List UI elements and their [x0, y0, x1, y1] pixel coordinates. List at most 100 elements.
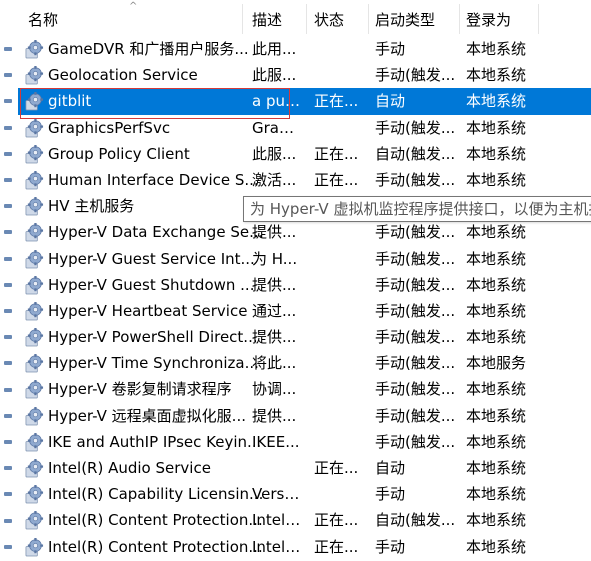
column-divider[interactable] — [306, 4, 307, 34]
service-startup-type: 手动(触发... — [375, 432, 456, 451]
service-description: 此服... — [252, 144, 297, 163]
service-logon-as: 本地系统 — [466, 511, 527, 530]
service-startup-type: 手动(触发... — [375, 118, 456, 137]
column-divider[interactable] — [368, 4, 369, 34]
gutter-tick — [4, 151, 12, 156]
service-gear-icon — [25, 144, 44, 164]
service-description: Versi... — [252, 485, 302, 504]
gutter-tick — [4, 73, 12, 78]
service-description: 此服... — [252, 66, 297, 85]
service-row[interactable]: Hyper-V Data Exchange Se... 提供... 手动(触发.… — [18, 219, 591, 245]
service-name: GameDVR 和广播用户服务... — [48, 40, 249, 58]
service-row[interactable]: GameDVR 和广播用户服务... 此用... 手动 本地系统 — [18, 36, 591, 62]
column-header-status[interactable]: 状态 — [314, 0, 370, 36]
service-description: IKEE... — [252, 432, 300, 451]
service-startup-type: 手动(触发... — [375, 223, 456, 242]
service-name: Human Interface Device S... — [48, 170, 259, 189]
service-gear-icon — [25, 485, 44, 504]
gutter-tick — [4, 492, 12, 497]
service-description: 提供... — [252, 223, 297, 242]
service-logon-as: 本地系统 — [466, 144, 527, 163]
service-logon-as: 本地系统 — [466, 301, 527, 320]
service-row[interactable]: Hyper-V 卷影复制请求程序 协调... 手动(触发... 本地系统 — [18, 376, 591, 402]
service-row[interactable]: Geolocation Service 此服... 手动(触发... 本地系统 — [18, 62, 591, 88]
service-logon-as: 本地系统 — [466, 118, 527, 137]
service-status — [314, 246, 370, 272]
service-row[interactable]: Intel(R) Audio Service 正在... 自动 本地系统 — [18, 455, 591, 481]
service-row[interactable]: GraphicsPerfSvc Grap... 手动(触发... 本地系统 — [18, 115, 591, 141]
service-logon-as: 本地系统 — [466, 92, 527, 111]
service-logon-as: 本地系统 — [466, 485, 527, 504]
service-description — [252, 455, 302, 481]
column-divider[interactable] — [459, 4, 460, 34]
gutter-tick — [4, 335, 12, 340]
service-row[interactable]: Hyper-V Heartbeat Service 通过... 手动(触发...… — [18, 298, 591, 324]
service-status — [314, 429, 370, 455]
service-startup-type: 手动(触发... — [375, 249, 456, 268]
service-name: Group Policy Client — [48, 144, 190, 163]
service-row-selected[interactable]: gitblit a pur... 正在... 自动 本地系统 — [18, 88, 591, 115]
gutter-tick — [4, 230, 12, 235]
column-header-name[interactable]: 名称 — [28, 0, 228, 36]
service-row[interactable]: IKE and AuthIP IPsec Keyin... IKEE... 手动… — [18, 429, 591, 455]
service-name: Geolocation Service — [48, 66, 198, 85]
service-row[interactable]: Hyper-V Time Synchroniza... 将此... 手动(触发.… — [18, 350, 591, 376]
service-logon-as: 本地系统 — [466, 40, 527, 58]
service-gear-icon — [25, 275, 44, 295]
service-logon-as: 本地服务 — [466, 354, 527, 373]
column-header-description[interactable]: 描述 — [252, 0, 302, 36]
service-status — [314, 62, 370, 88]
sort-up-icon: ^ — [129, 1, 138, 12]
service-logon-as: 本地系统 — [466, 223, 527, 242]
service-status: 正在... — [314, 170, 359, 189]
service-row[interactable]: Hyper-V Guest Service Int... 为 H... 手动(触… — [18, 246, 591, 272]
service-description: Intel(... — [252, 511, 302, 530]
service-logon-as: 本地系统 — [466, 275, 527, 294]
service-logon-as: 本地系统 — [466, 380, 527, 399]
service-row[interactable]: Intel(R) Content Protection... Intel(...… — [18, 534, 591, 560]
service-row[interactable]: Intel(R) Capability Licensin... Versi...… — [18, 481, 591, 507]
service-name: Intel(R) Capability Licensin... — [48, 485, 264, 504]
service-row[interactable]: Group Policy Client 此服... 正在... 自动(触发...… — [18, 141, 591, 167]
column-header: 名称 ^ 描述 状态 启动类型 登录为 — [18, 0, 591, 36]
column-header-logon-as[interactable]: 登录为 — [466, 0, 546, 36]
service-gear-icon — [25, 40, 44, 59]
service-name: Intel(R) Content Protection... — [48, 537, 263, 556]
service-row[interactable]: Hyper-V Guest Shutdown ... 提供... 手动(触发..… — [18, 272, 591, 298]
service-logon-as: 本地系统 — [466, 406, 527, 425]
service-startup-type: 手动(触发... — [375, 170, 456, 189]
service-status: 正在... — [314, 459, 359, 477]
service-status — [314, 36, 370, 62]
service-name: Intel(R) Audio Service — [48, 459, 211, 477]
service-description: 激活... — [252, 170, 297, 189]
service-gear-icon — [25, 406, 44, 426]
gutter-tick — [4, 413, 12, 418]
service-startup-type: 手动 — [375, 40, 406, 58]
gutter-tick — [4, 440, 12, 444]
column-header-startup-type[interactable]: 启动类型 — [375, 0, 461, 36]
service-row[interactable]: Hyper-V 远程桌面虚拟化服... 提供... 手动(触发... 本地系统 — [18, 403, 591, 429]
service-row[interactable]: Human Interface Device S... 激活... 正在... … — [18, 167, 591, 193]
service-description: 将此... — [252, 354, 297, 373]
gutter-tick — [4, 125, 12, 130]
service-name: Hyper-V Guest Service Int... — [48, 249, 255, 268]
service-status — [314, 298, 370, 324]
gutter-tick — [4, 47, 12, 51]
service-gear-icon — [25, 249, 44, 269]
service-row[interactable]: Intel(R) Content Protection... Intel(...… — [18, 507, 591, 533]
gutter-tick — [4, 544, 12, 549]
service-logon-as: 本地系统 — [466, 170, 527, 189]
gutter-tick — [4, 361, 12, 366]
service-status — [314, 324, 370, 350]
gutter-tick — [4, 387, 12, 392]
service-description: a pur... — [252, 92, 302, 111]
service-description: 为 H... — [252, 249, 298, 268]
service-row[interactable]: Hyper-V PowerShell Direct... 提供... 手动(触发… — [18, 324, 591, 350]
service-startup-type: 手动(触发... — [375, 275, 456, 294]
service-name: GraphicsPerfSvc — [48, 118, 171, 137]
service-name: gitblit — [48, 92, 92, 111]
service-startup-type: 手动(触发... — [375, 301, 456, 320]
service-status: 正在... — [314, 537, 359, 556]
column-divider[interactable] — [538, 4, 539, 34]
column-divider[interactable] — [242, 4, 243, 34]
